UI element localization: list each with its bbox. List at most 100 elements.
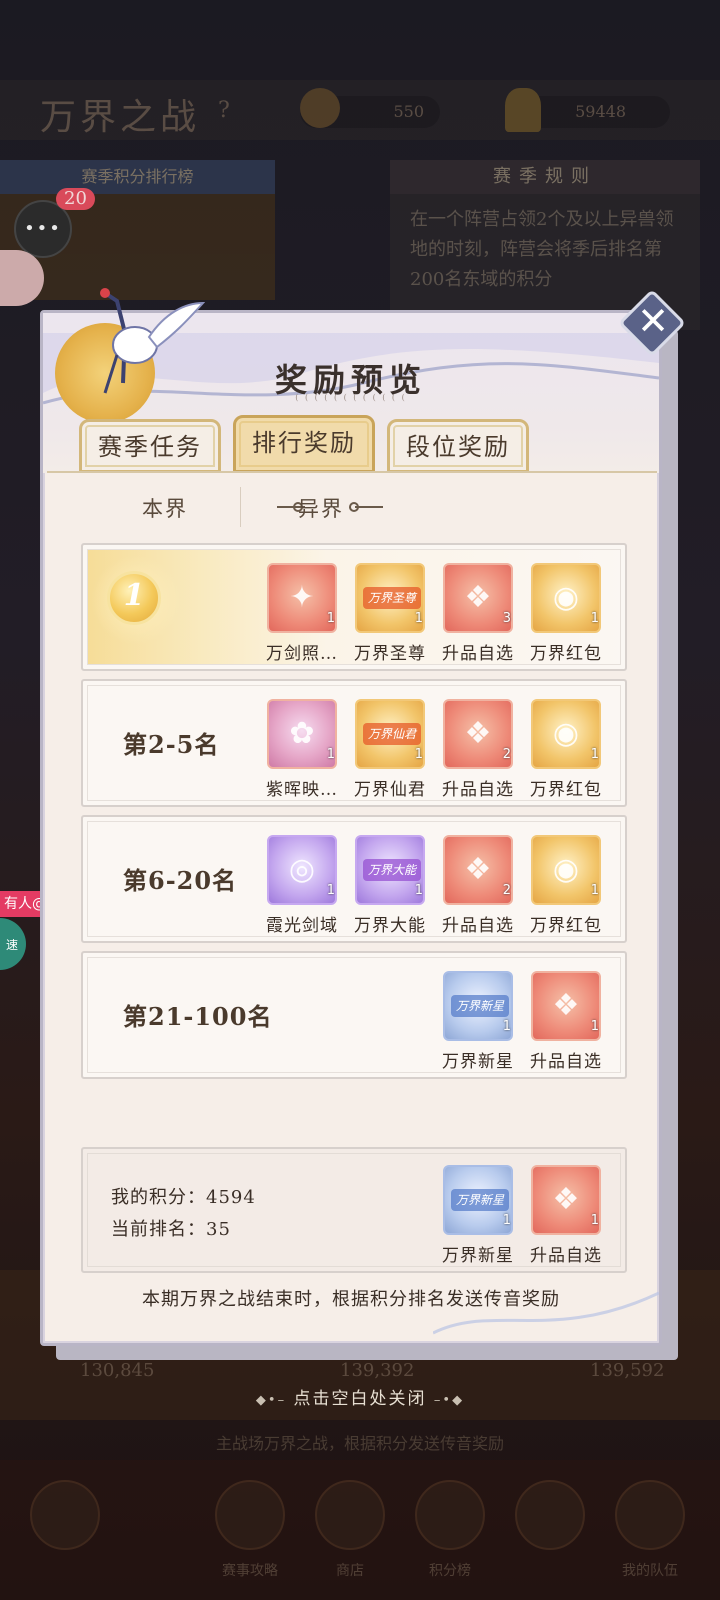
item-count: 2 [502, 747, 511, 762]
subtab-own-realm[interactable]: 本界 [75, 493, 255, 523]
nav-leaderboard-icon [415, 1480, 485, 1550]
background-hint: 主战场万界之战，根据积分发送传音奖励 [215, 1434, 504, 1453]
item-count: 1 [502, 1019, 511, 1034]
nav-shop-icon [315, 1480, 385, 1550]
my-rank: 当前排名：35 [111, 1215, 231, 1241]
background-value-3: 139,592 [590, 1360, 665, 1381]
tab-tier-rewards[interactable]: 段位奖励 [387, 419, 529, 473]
item-count: 1 [326, 611, 335, 626]
ornament-right-icon: –•◆ [433, 1393, 465, 1408]
nav-team-icon [615, 1480, 685, 1550]
item-name: 万界红包 [530, 644, 602, 664]
cloud-wave-decoration-bottom [433, 1291, 659, 1335]
subtab-other-realm[interactable]: 异界 [231, 493, 411, 523]
dialog-title-ornament: ( ( ( ( ( ( ( ( ( ( ( ( [295, 393, 407, 402]
nav-strategy-icon [215, 1480, 285, 1550]
tab-season-tasks[interactable]: 赛季任务 [79, 419, 221, 473]
my-reward-item[interactable]: ❖ 1 升品自选 [527, 1161, 605, 1269]
background-value-1: 130,845 [80, 1360, 155, 1381]
background-title: 万界之战 [40, 97, 201, 138]
item-name: 升品自选 [442, 644, 514, 664]
reward-item[interactable]: ◉ 1 万界红包 [527, 695, 605, 803]
item-count: 1 [590, 1213, 599, 1228]
tap-outside-to-close[interactable]: ◆•– 点击空白处关闭 –•◆ [0, 1384, 720, 1409]
background-ranking-title: 赛季积分排行榜 [0, 160, 275, 194]
reward-preview-dialog: 奖励预览 ( ( ( ( ( ( ( ( ( ( ( ( ✕ 赛季任务 排行奖励… [40, 288, 686, 1346]
background-rules-title: 赛季规则 [390, 160, 700, 194]
background-value-2: 139,392 [340, 1360, 415, 1381]
item-name: 紫晖映… [266, 780, 338, 800]
reward-row-rank-2-5: 第2-5名 ✿ 1 紫晖映… 万界仙君 1 万界仙君 ❖ 2 升品自选 ◉ 1 … [81, 679, 627, 807]
reward-item[interactable]: ❖ 3 升品自选 [439, 559, 517, 667]
chat-unread-badge: 20 [56, 188, 95, 210]
item-name: 万界大能 [354, 916, 426, 936]
item-name: 升品自选 [530, 1246, 602, 1266]
item-banner-text: 万界仙君 [363, 723, 421, 745]
my-score-label: 我的积分： [111, 1187, 206, 1208]
item-name: 霞光剑域 [266, 916, 338, 936]
rank-number: 1 [123, 578, 145, 613]
my-reward-item[interactable]: 万界新星 1 万界新星 [439, 1161, 517, 1269]
resource-1-icon [300, 88, 340, 128]
reward-item[interactable]: ✿ 1 紫晖映… [263, 695, 341, 803]
tap-outside-label: 点击空白处关闭 [293, 1389, 427, 1409]
item-count: 2 [502, 883, 511, 898]
reward-item[interactable]: ❖ 2 升品自选 [439, 695, 517, 803]
item-name: 万界仙君 [354, 780, 426, 800]
my-score-value: 4594 [206, 1187, 256, 1208]
reward-item[interactable]: ❖ 2 升品自选 [439, 831, 517, 939]
item-banner-text: 万界新星 [451, 995, 509, 1017]
item-name: 升品自选 [530, 1052, 602, 1072]
item-count: 1 [326, 883, 335, 898]
item-name: 万界红包 [530, 780, 602, 800]
reward-item[interactable]: 万界新星 1 万界新星 [439, 967, 517, 1075]
nav-label-team: 我的队伍 [622, 1563, 678, 1579]
item-name: 万剑照… [266, 644, 338, 664]
item-count: 1 [590, 883, 599, 898]
reward-row-rank-21-100: 第21-100名 万界新星 1 万界新星 ❖ 1 升品自选 [81, 951, 627, 1079]
reward-row-rank-6-20: 第6-20名 ◎ 1 霞光剑域 万界大能 1 万界大能 ❖ 2 升品自选 ◉ 1… [81, 815, 627, 943]
reward-row-rank-1: 1 ✦ 1 万剑照… 万界圣尊 1 万界圣尊 ❖ 3 升品自选 ◉ 1 万界红包 [81, 543, 627, 671]
item-count: 3 [502, 611, 511, 626]
my-rank-value: 35 [206, 1219, 231, 1240]
item-name: 万界红包 [530, 916, 602, 936]
reward-item[interactable]: ✦ 1 万剑照… [263, 559, 341, 667]
nav-label-leaderboard: 积分榜 [429, 1563, 471, 1579]
my-score: 我的积分：4594 [111, 1183, 256, 1209]
reward-item[interactable]: ◎ 1 霞光剑域 [263, 831, 341, 939]
my-rank-label: 当前排名： [111, 1219, 206, 1240]
item-name: 万界圣尊 [354, 644, 426, 664]
close-icon[interactable]: ✕ [629, 297, 677, 345]
ornament-left-icon: ◆•– [255, 1393, 287, 1408]
item-count: 1 [590, 747, 599, 762]
reward-item[interactable]: 万界圣尊 1 万界圣尊 [351, 559, 429, 667]
rank-label: 第21-100名 [123, 1002, 273, 1031]
reward-item[interactable]: 万界仙君 1 万界仙君 [351, 695, 429, 803]
back-arrow-icon [30, 1480, 100, 1550]
my-score-panel: 我的积分：4594 当前排名：35 万界新星 1 万界新星 ❖ 1 升品自选 [81, 1147, 627, 1273]
subtab-active-ornament-right [355, 506, 383, 508]
nav-label-shop: 商店 [336, 1563, 364, 1579]
reward-item[interactable]: ❖ 1 升品自选 [527, 967, 605, 1075]
item-count: 1 [326, 747, 335, 762]
item-count: 1 [414, 747, 423, 762]
reward-item[interactable]: ◉ 1 万界红包 [527, 559, 605, 667]
item-name: 升品自选 [442, 916, 514, 936]
rank-label: 第2-5名 [123, 730, 220, 759]
resource-2-icon [505, 88, 541, 132]
nav-castle-icon [515, 1480, 585, 1550]
item-count: 1 [414, 611, 423, 626]
item-name: 万界新星 [442, 1246, 514, 1266]
item-count: 1 [590, 1019, 599, 1034]
rank-label: 第6-20名 [123, 866, 238, 895]
item-count: 1 [502, 1213, 511, 1228]
reward-item[interactable]: 万界大能 1 万界大能 [351, 831, 429, 939]
tab-bar: 赛季任务 排行奖励 段位奖励 [79, 411, 639, 473]
item-count: 1 [414, 883, 423, 898]
tab-ranking-rewards[interactable]: 排行奖励 [233, 415, 375, 473]
reward-item[interactable]: ◉ 1 万界红包 [527, 831, 605, 939]
item-banner-text: 万界新星 [451, 1189, 509, 1211]
background-rules-text: 在一个阵营占领2个及以上异兽领地的时刻，阵营会将季后排名第200名东域的积分 [410, 209, 674, 290]
help-icon: ? [218, 98, 230, 123]
subtab-bar: 本界 异界 [47, 473, 657, 543]
